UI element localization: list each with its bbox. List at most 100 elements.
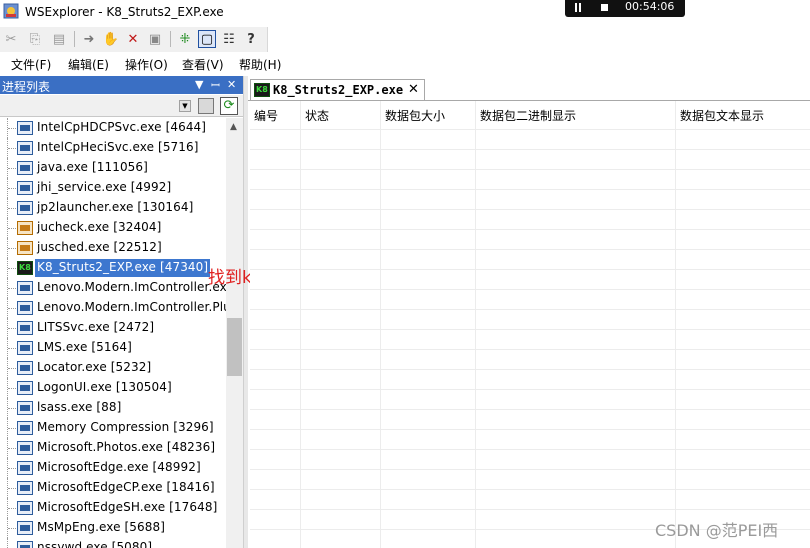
process-row[interactable]: MicrosoftEdge.exe [48992] — [0, 458, 226, 478]
process-row[interactable]: Lenovo.Modern.ImController.exe — [0, 278, 226, 298]
scroll-thumb[interactable] — [227, 318, 242, 376]
toolbar: ✂ ⎘ ▤ ➜ ✋ ✕ ▣ ⁜ ▢ ☷ ? — [0, 27, 810, 53]
scrollbar[interactable]: ▲ — [226, 118, 243, 548]
paste-icon[interactable]: ▤ — [50, 30, 68, 48]
app-window-icon — [17, 421, 33, 435]
k8-icon: K8 — [254, 83, 270, 97]
window-icon[interactable]: ▢ — [198, 30, 216, 48]
process-row[interactable]: jusched.exe [22512] — [0, 238, 226, 258]
tree-branch — [8, 268, 16, 269]
save-icon[interactable]: ▣ — [146, 30, 164, 48]
process-label: Lenovo.Modern.ImController.Plu — [37, 300, 226, 314]
menu-action[interactable]: 操作(O) — [125, 56, 168, 73]
tree-branch — [8, 488, 16, 489]
refresh-icon[interactable]: ⟳ — [220, 97, 238, 115]
java-icon — [17, 241, 33, 255]
column-header-text[interactable]: 数据包文本显示 — [676, 101, 764, 129]
menu-edit[interactable]: 编辑(E) — [68, 56, 109, 73]
close-icon[interactable]: ✕ — [227, 78, 236, 91]
menu-file[interactable]: 文件(F) — [11, 56, 51, 73]
tree-branch — [8, 208, 16, 209]
menu-view[interactable]: 查看(V) — [182, 56, 224, 73]
tree-branch — [8, 188, 16, 189]
app-window-icon — [17, 201, 33, 215]
app-window-icon — [17, 481, 33, 495]
tree-branch — [8, 428, 16, 429]
copy-icon[interactable]: ⎘ — [26, 30, 44, 48]
panel-splitter[interactable] — [243, 76, 248, 548]
dropdown-icon[interactable]: ▼ — [195, 78, 203, 91]
process-row[interactable]: IntelCpHeciSvc.exe [5716] — [0, 138, 226, 158]
grid-row-line — [250, 289, 810, 290]
grid-row-line — [250, 449, 810, 450]
process-label: jusched.exe [22512] — [37, 240, 162, 254]
grid-row-line — [250, 349, 810, 350]
scroll-up-icon[interactable]: ▲ — [230, 122, 237, 132]
toolbar-separator — [74, 31, 75, 47]
app-window-icon — [17, 301, 33, 315]
stop-icon[interactable] — [601, 4, 608, 11]
grid-row-line — [250, 189, 810, 190]
process-row[interactable]: LITSSvc.exe [2472] — [0, 318, 226, 338]
grid-row-line — [250, 469, 810, 470]
grid-row-line — [250, 369, 810, 370]
app-window-icon — [17, 521, 33, 535]
toolbar-separator — [170, 31, 171, 47]
process-label: IntelCpHeciSvc.exe [5716] — [37, 140, 199, 154]
process-row[interactable]: jucheck.exe [32404] — [0, 218, 226, 238]
delete-icon[interactable]: ✕ — [124, 30, 142, 48]
grid-row-line — [250, 389, 810, 390]
tree-branch — [8, 388, 16, 389]
process-row[interactable]: jp2launcher.exe [130164] — [0, 198, 226, 218]
process-row[interactable]: java.exe [111056] — [0, 158, 226, 178]
process-label: MicrosoftEdgeCP.exe [18416] — [37, 480, 215, 494]
process-row[interactable]: Locator.exe [5232] — [0, 358, 226, 378]
hand-icon[interactable]: ✋ — [102, 30, 120, 48]
tree-branch — [8, 168, 16, 169]
tree-branch — [8, 528, 16, 529]
cut-icon[interactable]: ✂ — [2, 30, 20, 48]
app-window-icon — [17, 321, 33, 335]
tree-branch — [8, 508, 16, 509]
process-label: Locator.exe [5232] — [37, 360, 152, 374]
pin-icon[interactable]: ꟷ — [211, 78, 220, 93]
process-row[interactable]: nssvwd.exe [5080] — [0, 538, 226, 548]
process-row[interactable]: Memory Compression [3296] — [0, 418, 226, 438]
menu-help[interactable]: 帮助(H) — [239, 56, 281, 73]
process-row[interactable]: MsMpEng.exe [5688] — [0, 518, 226, 538]
tab-k8-struts2[interactable]: K8 K8_Struts2_EXP.exe ✕ — [250, 79, 425, 101]
grid-row-line — [250, 169, 810, 170]
properties-icon[interactable] — [198, 98, 214, 114]
app-icon — [3, 3, 19, 19]
pause-icon[interactable] — [575, 3, 581, 12]
column-header-size[interactable]: 数据包大小 — [381, 101, 445, 129]
process-row[interactable]: K8_Struts2_EXP.exe [47340] — [0, 258, 226, 278]
grid-row-line — [250, 229, 810, 230]
process-row[interactable]: LogonUI.exe [130504] — [0, 378, 226, 398]
column-header-id[interactable]: 编号 — [250, 101, 278, 129]
properties-icon[interactable]: ☷ — [220, 30, 238, 48]
help-icon[interactable]: ? — [242, 30, 260, 48]
column-header-binary[interactable]: 数据包二进制显示 — [476, 101, 576, 129]
app-window-icon — [17, 501, 33, 515]
tab-close-icon[interactable]: ✕ — [408, 82, 419, 97]
app-window-icon — [17, 441, 33, 455]
column-header-status[interactable]: 状态 — [301, 101, 329, 129]
tree-branch — [8, 408, 16, 409]
process-row[interactable]: MicrosoftEdgeCP.exe [18416] — [0, 478, 226, 498]
network-icon[interactable]: ⁜ — [176, 30, 194, 48]
tree-branch — [8, 288, 16, 289]
process-label: LMS.exe [5164] — [37, 340, 132, 354]
grid-row-line — [250, 129, 810, 130]
process-row[interactable]: jhi_service.exe [4992] — [0, 178, 226, 198]
process-row[interactable]: lsass.exe [88] — [0, 398, 226, 418]
title-bar: WSExplorer - K8_Struts2_EXP.exe 00:54:06 — [0, 0, 810, 25]
chevron-down-icon[interactable]: ▼ — [179, 100, 191, 112]
process-row[interactable]: Lenovo.Modern.ImController.Plu — [0, 298, 226, 318]
process-row[interactable]: Microsoft.Photos.exe [48236] — [0, 438, 226, 458]
process-row[interactable]: IntelCpHDCPSvc.exe [4644] — [0, 118, 226, 138]
tree-branch — [8, 368, 16, 369]
process-row[interactable]: LMS.exe [5164] — [0, 338, 226, 358]
forward-arrow-icon[interactable]: ➜ — [80, 30, 98, 48]
process-row[interactable]: MicrosoftEdgeSH.exe [17648] — [0, 498, 226, 518]
